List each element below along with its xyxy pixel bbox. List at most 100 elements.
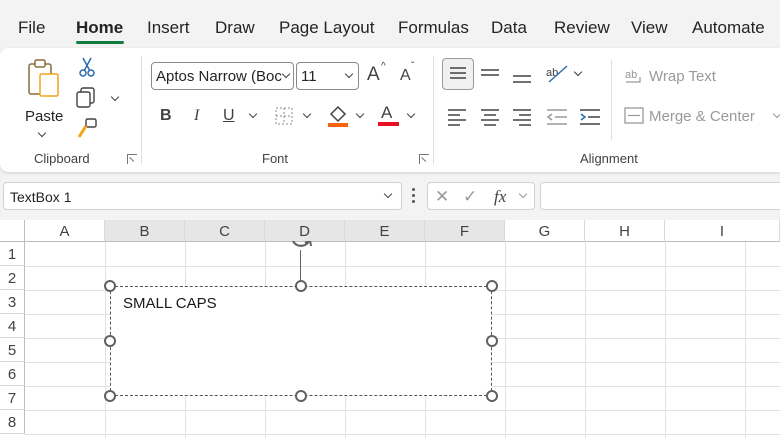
row-header-7[interactable]: 7: [0, 386, 25, 410]
row-header-6[interactable]: 6: [0, 362, 25, 386]
shrink-font-icon[interactable]: A: [400, 68, 411, 84]
align-left-icon[interactable]: [446, 106, 468, 128]
wrap-text-label: Wrap Text: [649, 68, 716, 85]
font-size-combo[interactable]: 11: [296, 62, 359, 90]
row-header-1[interactable]: 1: [0, 242, 25, 266]
wrap-text-button[interactable]: ab Wrap Text: [624, 64, 724, 88]
tab-file[interactable]: File: [18, 18, 45, 38]
copy-icon[interactable]: [76, 87, 98, 109]
font-name-combo[interactable]: Aptos Narrow (Boc: [151, 62, 294, 90]
decrease-indent-icon[interactable]: [545, 106, 569, 128]
column-header-d[interactable]: D: [265, 220, 345, 242]
insert-function-icon[interactable]: fx: [494, 188, 506, 205]
row-header-4[interactable]: 4: [0, 314, 25, 338]
borders-chevron-icon[interactable]: [302, 109, 312, 119]
orientation-icon[interactable]: ab: [545, 62, 571, 86]
resize-handle-middle-left[interactable]: [104, 335, 116, 347]
italic-button[interactable]: I: [194, 108, 199, 124]
column-header-h[interactable]: H: [585, 220, 665, 242]
font-launcher-icon[interactable]: [419, 154, 429, 164]
tab-home[interactable]: Home: [76, 18, 123, 38]
column-header-c[interactable]: C: [185, 220, 265, 242]
column-header-i[interactable]: I: [665, 220, 780, 242]
tab-formulas[interactable]: Formulas: [398, 18, 469, 38]
tab-automate[interactable]: Automate: [692, 18, 765, 38]
tab-draw[interactable]: Draw: [215, 18, 255, 38]
tab-data[interactable]: Data: [491, 18, 527, 38]
column-header-b[interactable]: B: [105, 220, 185, 242]
font-color-swatch: [378, 122, 399, 126]
wrap-text-icon: ab: [625, 69, 641, 83]
resize-handle-top-right[interactable]: [486, 280, 498, 292]
borders-icon[interactable]: [274, 106, 294, 126]
group-separator: [141, 56, 142, 164]
fill-color-chevron-icon[interactable]: [355, 109, 365, 119]
row-header-8[interactable]: 8: [0, 410, 25, 434]
orientation-chevron-icon[interactable]: [573, 67, 583, 77]
column-header-a[interactable]: A: [25, 220, 105, 242]
grid-column-line: [745, 242, 746, 438]
chevron-down-icon: [344, 69, 354, 79]
font-name-value: Aptos Narrow (Boc: [156, 68, 282, 85]
group-separator: [611, 60, 612, 140]
svg-text:ab: ab: [625, 69, 637, 81]
ribbon: Paste Clipboard Aptos Narrow (Boc 11 A ^…: [0, 48, 780, 172]
column-header-f[interactable]: F: [425, 220, 505, 242]
row-header-2[interactable]: 2: [0, 266, 25, 290]
bold-button[interactable]: B: [160, 108, 172, 124]
resize-handle-top-center[interactable]: [295, 280, 307, 292]
grid-row-line: [25, 434, 780, 435]
column-header-g[interactable]: G: [505, 220, 585, 242]
grid-column-line: [505, 242, 506, 438]
cut-icon[interactable]: [78, 56, 96, 78]
paste-button[interactable]: Paste: [20, 56, 66, 140]
formula-buttons: ✕ ✓ fx: [427, 182, 535, 210]
fill-color-icon[interactable]: [327, 103, 349, 127]
align-bottom-icon[interactable]: [510, 62, 534, 86]
align-top-button[interactable]: [442, 58, 474, 90]
font-color-chevron-icon[interactable]: [406, 109, 416, 119]
resize-handle-bottom-right[interactable]: [486, 390, 498, 402]
row-header-3[interactable]: 3: [0, 290, 25, 314]
alignment-group-label: Alignment: [580, 151, 638, 166]
enter-icon[interactable]: ✓: [463, 188, 477, 205]
tab-page-layout[interactable]: Page Layout: [279, 18, 374, 38]
format-painter-icon[interactable]: [76, 118, 98, 140]
resize-handle-bottom-center[interactable]: [295, 390, 307, 402]
merge-center-button[interactable]: Merge & Center: [624, 104, 774, 128]
formula-bar-row: TextBox 1 ✕ ✓ fx: [0, 180, 780, 212]
cancel-icon[interactable]: ✕: [435, 188, 449, 205]
tab-review[interactable]: Review: [554, 18, 610, 38]
paste-label: Paste: [25, 108, 64, 125]
chevron-down-icon: [37, 128, 47, 138]
text-box-content[interactable]: SMALL CAPS: [123, 295, 217, 312]
clipboard-launcher-icon[interactable]: [127, 154, 137, 164]
copy-options-chevron-icon[interactable]: [110, 92, 120, 102]
font-color-icon[interactable]: A: [381, 104, 392, 121]
resize-handle-bottom-left[interactable]: [104, 390, 116, 402]
formula-input[interactable]: [540, 182, 780, 210]
row-header-5[interactable]: 5: [0, 338, 25, 362]
name-box-value: TextBox 1: [10, 189, 72, 205]
text-box[interactable]: SMALL CAPS: [110, 286, 492, 396]
resize-handle-top-left[interactable]: [104, 280, 116, 292]
resize-handle-middle-right[interactable]: [486, 335, 498, 347]
column-header-e[interactable]: E: [345, 220, 425, 242]
more-options-icon[interactable]: [412, 188, 416, 204]
increase-indent-icon[interactable]: [578, 106, 602, 128]
grid-column-line: [665, 242, 666, 438]
tab-view[interactable]: View: [631, 18, 668, 38]
align-right-icon[interactable]: [511, 106, 533, 128]
name-box[interactable]: TextBox 1: [3, 182, 402, 210]
tab-insert[interactable]: Insert: [147, 18, 190, 38]
rotate-handle-icon[interactable]: [289, 241, 313, 257]
ribbon-tabs: File Home Insert Draw Page Layout Formul…: [0, 0, 780, 46]
underline-button[interactable]: U: [223, 108, 235, 124]
underline-chevron-icon[interactable]: [248, 109, 258, 119]
select-all-corner[interactable]: [0, 220, 25, 242]
align-middle-icon[interactable]: [478, 62, 502, 86]
grid-row-line: [25, 266, 780, 267]
chevron-down-icon[interactable]: [518, 189, 528, 199]
grow-font-icon[interactable]: A: [367, 65, 380, 84]
align-center-icon[interactable]: [479, 106, 501, 128]
